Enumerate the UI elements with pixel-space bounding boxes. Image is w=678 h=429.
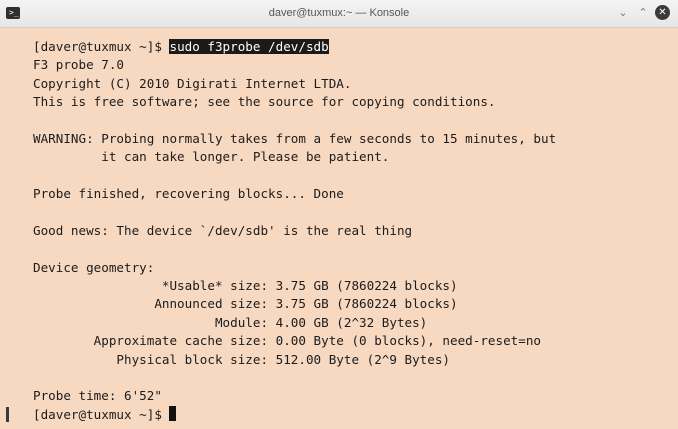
- window-title: daver@tuxmux:~ — Konsole: [268, 7, 410, 19]
- konsole-window: >_ daver@tuxmux:~ — Konsole ⌄ ⌃ ✕ [daver…: [0, 0, 678, 429]
- shell-prompt: [daver@tuxmux ~]$: [33, 406, 170, 422]
- terminal-line: Device geometry:: [33, 259, 556, 277]
- shell-prompt: [daver@tuxmux ~]$: [33, 39, 170, 54]
- output-text: Approximate cache size: 0.00 Byte (0 blo…: [33, 333, 541, 349]
- output-text: Device geometry:: [33, 259, 155, 275]
- terminal-line: This is free software; see the source fo…: [33, 93, 556, 111]
- terminal-line: Announced size: 3.75 GB (7860224 blocks): [33, 295, 556, 313]
- terminal-area[interactable]: [daver@tuxmux ~]$ sudo f3probe /dev/sdb F…: [0, 28, 678, 429]
- output-text: Good news: The device `/dev/sdb' is the …: [33, 222, 413, 238]
- terminal-line: Probe time: 6'52": [33, 387, 556, 405]
- terminal-line: it can take longer. Please be patient.: [33, 148, 556, 166]
- terminal-line: F3 probe 7.0: [33, 56, 556, 74]
- terminal-line: [daver@tuxmux ~]$ sudo f3probe /dev/sdb: [33, 38, 556, 56]
- output-text: This is free software; see the source fo…: [33, 94, 496, 110]
- terminal-line: [daver@tuxmux ~]$: [33, 405, 556, 424]
- terminal-line: Copyright (C) 2010 Digirati Internet LTD…: [33, 75, 556, 93]
- terminal-line: Module: 4.00 GB (2^32 Bytes): [33, 314, 556, 332]
- output-text: Physical block size: 512.00 Byte (2^9 By…: [33, 351, 451, 367]
- output-text: it can take longer. Please be patient.: [33, 149, 390, 165]
- close-icon[interactable]: ✕: [655, 5, 670, 20]
- terminal-line: Probe finished, recovering blocks... Don…: [33, 185, 556, 203]
- command-text: sudo f3probe /dev/sdb: [169, 39, 329, 54]
- output-text: Probe time: 6'52": [33, 388, 162, 404]
- title-bar[interactable]: >_ daver@tuxmux:~ — Konsole ⌄ ⌃ ✕: [0, 0, 678, 28]
- text-cursor: [169, 405, 177, 421]
- output-text: Module: 4.00 GB (2^32 Bytes): [33, 314, 428, 330]
- output-text: Announced size: 3.75 GB (7860224 blocks): [33, 296, 458, 312]
- terminal-line: Physical block size: 512.00 Byte (2^9 By…: [33, 351, 556, 369]
- terminal-line: Approximate cache size: 0.00 Byte (0 blo…: [33, 332, 556, 350]
- output-text: Copyright (C) 2010 Digirati Internet LTD…: [33, 75, 352, 91]
- maximize-icon[interactable]: ⌃: [636, 6, 650, 20]
- output-text: F3 probe 7.0: [33, 57, 124, 73]
- terminal-line: Good news: The device `/dev/sdb' is the …: [33, 222, 556, 240]
- terminal-output: [daver@tuxmux ~]$ sudo f3probe /dev/sdb F…: [33, 38, 556, 424]
- scroll-marker: [6, 407, 9, 422]
- output-text: WARNING: Probing normally takes from a f…: [33, 130, 557, 146]
- output-text: Probe finished, recovering blocks... Don…: [33, 186, 344, 202]
- terminal-line: *Usable* size: 3.75 GB (7860224 blocks): [33, 277, 556, 295]
- output-text: *Usable* size: 3.75 GB (7860224 blocks): [33, 278, 458, 294]
- minimize-icon[interactable]: ⌄: [616, 6, 630, 20]
- terminal-line: WARNING: Probing normally takes from a f…: [33, 130, 556, 148]
